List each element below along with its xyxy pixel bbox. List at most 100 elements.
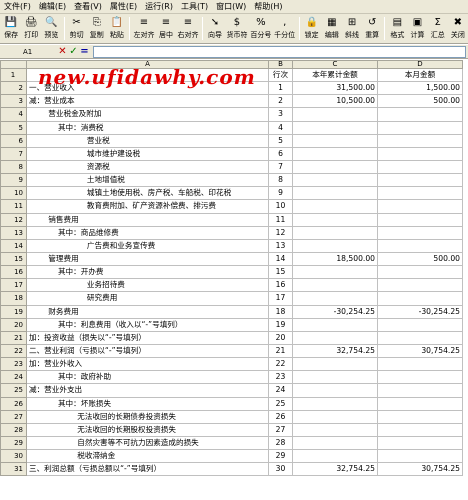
toolbar-button[interactable]: ✖ 关闭: [448, 14, 468, 43]
cell-month-amount[interactable]: [377, 238, 463, 253]
row-number[interactable]: 29: [0, 435, 27, 451]
cell-item-name[interactable]: 其中：消费税: [26, 120, 269, 135]
toolbar-button[interactable]: , 千分位: [273, 14, 297, 43]
menu-item[interactable]: 属性(E): [106, 0, 141, 14]
toolbar-button[interactable]: ↺ 重算: [362, 14, 382, 43]
cell-month-amount[interactable]: [377, 291, 463, 306]
cell-month-amount[interactable]: [377, 212, 463, 227]
row-number[interactable]: 17: [0, 278, 27, 293]
toolbar-button[interactable]: 📋 粘贴: [107, 14, 127, 43]
cell-line-no[interactable]: 19: [268, 317, 293, 332]
cell-line-no[interactable]: 23: [268, 370, 293, 385]
cell-ytd-amount[interactable]: 31,500.00: [292, 81, 378, 96]
cell-line-no[interactable]: 20: [268, 330, 293, 345]
cell-line-no[interactable]: 27: [268, 422, 293, 437]
cell-item-name[interactable]: 财务费用: [26, 304, 269, 319]
row-number[interactable]: 11: [0, 199, 27, 214]
cell-line-no[interactable]: 2: [268, 94, 293, 109]
row-number[interactable]: 25: [0, 383, 27, 398]
cell-month-amount[interactable]: [377, 146, 463, 161]
cell-ytd-amount[interactable]: [292, 212, 378, 227]
cell-line-no[interactable]: 25: [268, 396, 293, 411]
cell-item-name[interactable]: 加：投资收益（损失以“-”号填列）: [26, 330, 269, 345]
cell-item-name[interactable]: 城镇土地使用税、房产税、车船税、印花税: [26, 186, 269, 201]
cell-month-amount[interactable]: [377, 370, 463, 385]
cell-item-name[interactable]: 教育费附加、矿产资源补偿费、排污费: [26, 199, 269, 214]
row-number[interactable]: 3: [0, 94, 27, 109]
cell-ytd-amount[interactable]: [292, 396, 378, 411]
row-number[interactable]: 26: [0, 396, 27, 411]
toolbar-button[interactable]: 🔍 预览: [41, 14, 61, 43]
cell-ytd-amount[interactable]: [292, 435, 378, 451]
toolbar-button[interactable]: Σ 汇总: [428, 14, 448, 43]
toolbar-button[interactable]: ▤ 格式: [387, 14, 407, 43]
cell-ytd-amount[interactable]: [292, 317, 378, 332]
cell-month-amount[interactable]: [377, 225, 463, 240]
toolbar-button[interactable]: % 百分号: [249, 14, 273, 43]
cell-month-amount[interactable]: [377, 159, 463, 175]
cell-ytd-amount[interactable]: [292, 133, 378, 148]
cell-ytd-amount[interactable]: 10,500.00: [292, 94, 378, 109]
cell-line-no[interactable]: 17: [268, 291, 293, 306]
cell-item-name[interactable]: 研究费用: [26, 291, 269, 306]
cell-ytd-amount[interactable]: [292, 107, 378, 122]
cell-item-name[interactable]: 管理费用: [26, 251, 269, 267]
cell-line-no[interactable]: 11: [268, 212, 293, 227]
cell-month-amount[interactable]: [377, 317, 463, 332]
cell-month-amount[interactable]: [377, 409, 463, 424]
cell-ytd-amount[interactable]: [292, 357, 378, 372]
row-number[interactable]: 16: [0, 265, 27, 280]
cell-item-name[interactable]: 土地增值税: [26, 173, 269, 188]
cell-month-amount[interactable]: [377, 330, 463, 345]
cell-month-amount[interactable]: [377, 422, 463, 437]
row-number[interactable]: 24: [0, 370, 27, 385]
cell-item-name[interactable]: 销售费用: [26, 212, 269, 227]
cell-item-name[interactable]: 城市维护建设税: [26, 146, 269, 161]
formula-input[interactable]: [93, 45, 466, 58]
cell-line-no[interactable]: 21: [268, 343, 293, 359]
select-all-corner[interactable]: [0, 60, 27, 69]
cell-line-no[interactable]: 5: [268, 133, 293, 148]
toolbar-button[interactable]: ≡ 右对齐: [176, 14, 200, 43]
toolbar-button[interactable]: ▦ 编辑: [322, 14, 342, 43]
header-cell-line-no[interactable]: 行次: [268, 67, 293, 83]
cell-ytd-amount[interactable]: [292, 225, 378, 240]
confirm-icon[interactable]: ✓: [68, 46, 79, 58]
cell-ytd-amount[interactable]: [292, 383, 378, 398]
cell-item-name[interactable]: 自然灾害等不可抗力因素造成的损失: [26, 435, 269, 451]
cell-line-no[interactable]: 28: [268, 435, 293, 451]
menu-item[interactable]: 运行(R): [141, 0, 177, 14]
toolbar-button[interactable]: ▣ 计算: [407, 14, 427, 43]
cell-item-name[interactable]: 资源税: [26, 159, 269, 175]
cell-ytd-amount[interactable]: 32,754.25: [292, 343, 378, 359]
row-number[interactable]: 27: [0, 409, 27, 424]
row-number[interactable]: 21: [0, 330, 27, 345]
toolbar-button[interactable]: ✂ 剪切: [67, 14, 87, 43]
cell-line-no[interactable]: 29: [268, 449, 293, 464]
cell-item-name[interactable]: 加：营业外收入: [26, 357, 269, 372]
menu-item[interactable]: 文件(F): [0, 0, 35, 14]
row-number[interactable]: 10: [0, 186, 27, 201]
cell-month-amount[interactable]: [377, 278, 463, 293]
cell-item-name[interactable]: 其中：开办费: [26, 265, 269, 280]
cell-month-amount[interactable]: 30,754.25: [377, 462, 463, 477]
cell-item-name[interactable]: 减：营业成本: [26, 94, 269, 109]
cell-item-name[interactable]: 其中：商品维修费: [26, 225, 269, 240]
toolbar-button[interactable]: 💾 保存: [1, 14, 21, 43]
row-number[interactable]: 31: [0, 462, 27, 477]
cell-ytd-amount[interactable]: 32,754.25: [292, 462, 378, 477]
cell-item-name[interactable]: 广告费和业务宣传费: [26, 238, 269, 253]
cell-month-amount[interactable]: [377, 107, 463, 122]
toolbar-button[interactable]: ≡ 左对齐: [132, 14, 156, 43]
cell-month-amount[interactable]: [377, 265, 463, 280]
cell-ytd-amount[interactable]: [292, 146, 378, 161]
cell-line-no[interactable]: 6: [268, 146, 293, 161]
cell-month-amount[interactable]: [377, 199, 463, 214]
row-number[interactable]: 28: [0, 422, 27, 437]
cell-item-name[interactable]: 营业税金及附加: [26, 107, 269, 122]
cell-item-name[interactable]: 其中：坏账损失: [26, 396, 269, 411]
cell-line-no[interactable]: 4: [268, 120, 293, 135]
row-number[interactable]: 19: [0, 304, 27, 319]
cell-line-no[interactable]: 15: [268, 265, 293, 280]
row-number[interactable]: 2: [0, 81, 27, 96]
